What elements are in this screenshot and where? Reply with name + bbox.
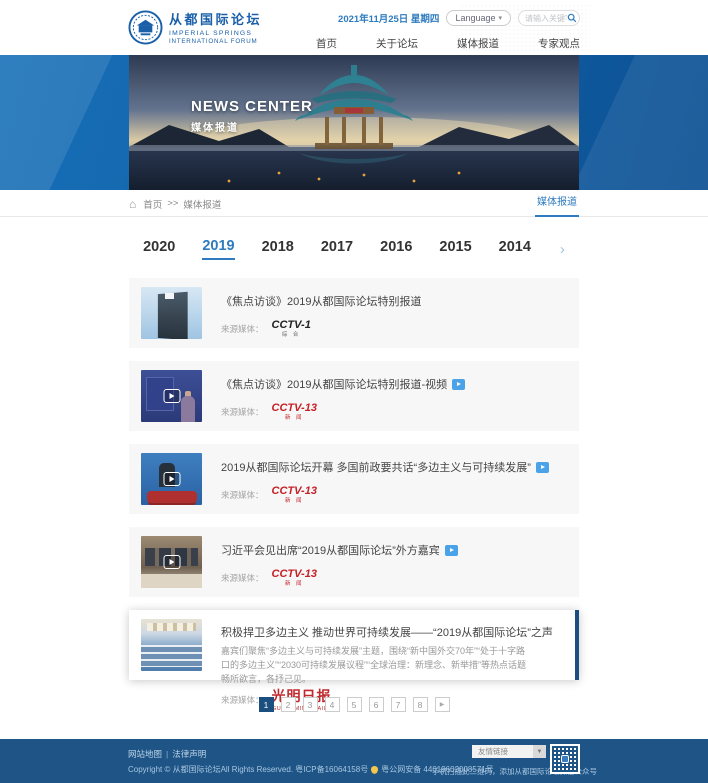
news-item[interactable]: 习近平会见出席“2019从都国际论坛”外方嘉宾 来源媒体： CCTV-13 新 … [129,527,579,597]
breadcrumb-home-link[interactable]: 首页 [143,197,162,211]
main-nav: 首页 关于论坛 媒体报道 专家观点 [312,36,580,51]
wechat-qr-code [550,744,580,774]
page-button-2[interactable]: 2 [281,697,296,712]
year-tab-2019[interactable]: 2019 [202,238,234,260]
banner-title-cn: 媒体报道 [191,119,313,134]
logo-title-en2: INTERNATIONAL FORUM [169,38,262,45]
logo-title-cn: 从都国际论坛 [169,9,262,28]
copyright-text: Copyright © 从都国际论坛All Rights Reserved. 粤… [128,764,368,775]
current-date: 2021年11月25日 星期四 [338,11,439,25]
news-item-highlighted[interactable]: 积极捍卫多边主义 推动世界可持续发展——“2019从都国际论坛”之声 嘉宾们聚焦… [129,610,579,680]
page-button-8[interactable]: 8 [413,697,428,712]
footer-link-legal[interactable]: 法律声明 [172,749,206,759]
news-summary: 嘉宾们聚焦“多边主义与可持续发展”主题，围绕“新中国外交70年”“处于十字路口的… [221,645,531,687]
police-badge-icon [371,766,378,774]
year-tabs: 2020 2019 2018 2017 2016 2015 2014 › [119,238,589,260]
page-button-1[interactable]: 1 [259,697,274,712]
breadcrumb: ⌂ 首页 >> 媒体报道 媒体报道 [129,190,579,217]
news-item[interactable]: 《焦点访谈》2019从都国际论坛特别报道-视频 来源媒体： CCTV-13 新 … [129,361,579,431]
news-item[interactable]: 2019从都国际论坛开幕 多国前政要共话“多边主义与可持续发展” 来源媒体： C… [129,444,579,514]
language-dropdown[interactable]: Language ▾ [446,10,511,26]
site-footer: 网站地图 | 法律声明 Copyright © 从都国际论坛All Rights R… [0,739,708,783]
news-title[interactable]: 习近平会见出席“2019从都国际论坛”外方嘉宾 [221,542,440,558]
next-page-button[interactable]: ▶ [435,697,450,712]
search-box [518,10,580,26]
source-label: 来源媒体： [221,569,264,584]
year-tab-2015[interactable]: 2015 [439,239,471,259]
news-title[interactable]: 《焦点访谈》2019从都国际论坛特别报道 [221,293,421,309]
source-label: 来源媒体： [221,486,264,501]
breadcrumb-bar: ⌂ 首页 >> 媒体报道 媒体报道 [0,190,708,217]
page-banner: NEWS CENTER 媒体报道 [0,55,708,190]
breadcrumb-separator: >> [167,198,178,209]
page: 从都国际论坛 IMPERIAL SPRINGS INTERNATIONAL FO… [0,0,708,783]
forum-emblem-icon [128,10,163,45]
page-button-4[interactable]: 4 [325,697,340,712]
year-tab-2016[interactable]: 2016 [380,239,412,259]
banner-photo-pavilion: NEWS CENTER 媒体报道 [129,55,579,190]
footer-link-separator: | [166,749,168,759]
news-thumbnail [141,619,202,671]
news-thumbnail [141,536,202,588]
cctv13-logo: CCTV-13 新 闻 [272,403,317,422]
cctv13-logo: CCTV-13 新 闻 [272,486,317,505]
search-icon[interactable] [567,13,577,23]
news-thumbnail [141,453,202,505]
breadcrumb-current: 媒体报道 [183,197,221,211]
page-button-5[interactable]: 5 [347,697,362,712]
logo-title-en1: IMPERIAL SPRINGS [169,30,262,37]
year-tab-2020[interactable]: 2020 [143,239,175,259]
source-label: 来源媒体： [221,691,264,706]
wechat-logo-icon [561,755,569,763]
language-label: Language [455,13,495,23]
nav-item-about[interactable]: 关于论坛 [376,36,418,51]
nav-item-home[interactable]: 首页 [316,36,337,51]
footer-link-sitemap[interactable]: 网站地图 [128,749,162,759]
year-tab-2014[interactable]: 2014 [499,239,531,259]
chevron-right-icon[interactable]: › [560,241,565,258]
news-item[interactable]: 《焦点访谈》2019从都国际论坛特别报道 来源媒体： CCTV-1 综 合 [129,278,579,348]
cctv13-logo: CCTV-13 新 闻 [272,569,317,588]
year-tab-2017[interactable]: 2017 [321,239,353,259]
cctv1-logo: CCTV-1 综 合 [272,320,311,339]
chevron-down-icon: ▾ [498,14,502,22]
play-icon[interactable] [163,389,180,403]
year-tab-2018[interactable]: 2018 [262,239,294,259]
source-label: 来源媒体： [221,403,264,418]
banner-title-en: NEWS CENTER [191,98,313,115]
play-icon[interactable] [163,472,180,486]
news-title[interactable]: 积极捍卫多边主义 推动世界可持续发展——“2019从都国际论坛”之声 [221,624,553,640]
site-header: 从都国际论坛 IMPERIAL SPRINGS INTERNATIONAL FO… [0,0,708,55]
page-button-3[interactable]: 3 [303,697,318,712]
news-thumbnail [141,287,202,339]
video-badge-icon [452,379,465,390]
nav-item-experts[interactable]: 专家观点 [538,36,580,51]
search-input[interactable] [525,14,567,23]
pagination: 1 2 3 4 5 6 7 8 ▶ [0,697,708,712]
news-list: 《焦点访谈》2019从都国际论坛特别报道 来源媒体： CCTV-1 综 合 《焦… [129,278,579,680]
site-logo[interactable]: 从都国际论坛 IMPERIAL SPRINGS INTERNATIONAL FO… [128,9,262,45]
source-label: 来源媒体： [221,320,264,335]
video-badge-icon [536,462,549,473]
news-title[interactable]: 2019从都国际论坛开幕 多国前政要共话“多边主义与可持续发展” [221,459,531,475]
play-icon[interactable] [163,555,180,569]
news-title[interactable]: 《焦点访谈》2019从都国际论坛特别报道-视频 [221,376,447,392]
page-button-6[interactable]: 6 [369,697,384,712]
section-tab-media[interactable]: 媒体报道 [535,190,579,217]
home-icon[interactable]: ⌂ [129,197,136,211]
page-button-7[interactable]: 7 [391,697,406,712]
nav-item-media[interactable]: 媒体报道 [457,36,499,51]
friendly-links-dropdown[interactable]: 友情链接 ▼ [472,745,546,758]
news-thumbnail [141,370,202,422]
video-badge-icon [445,545,458,556]
chevron-down-icon: ▼ [533,745,546,758]
